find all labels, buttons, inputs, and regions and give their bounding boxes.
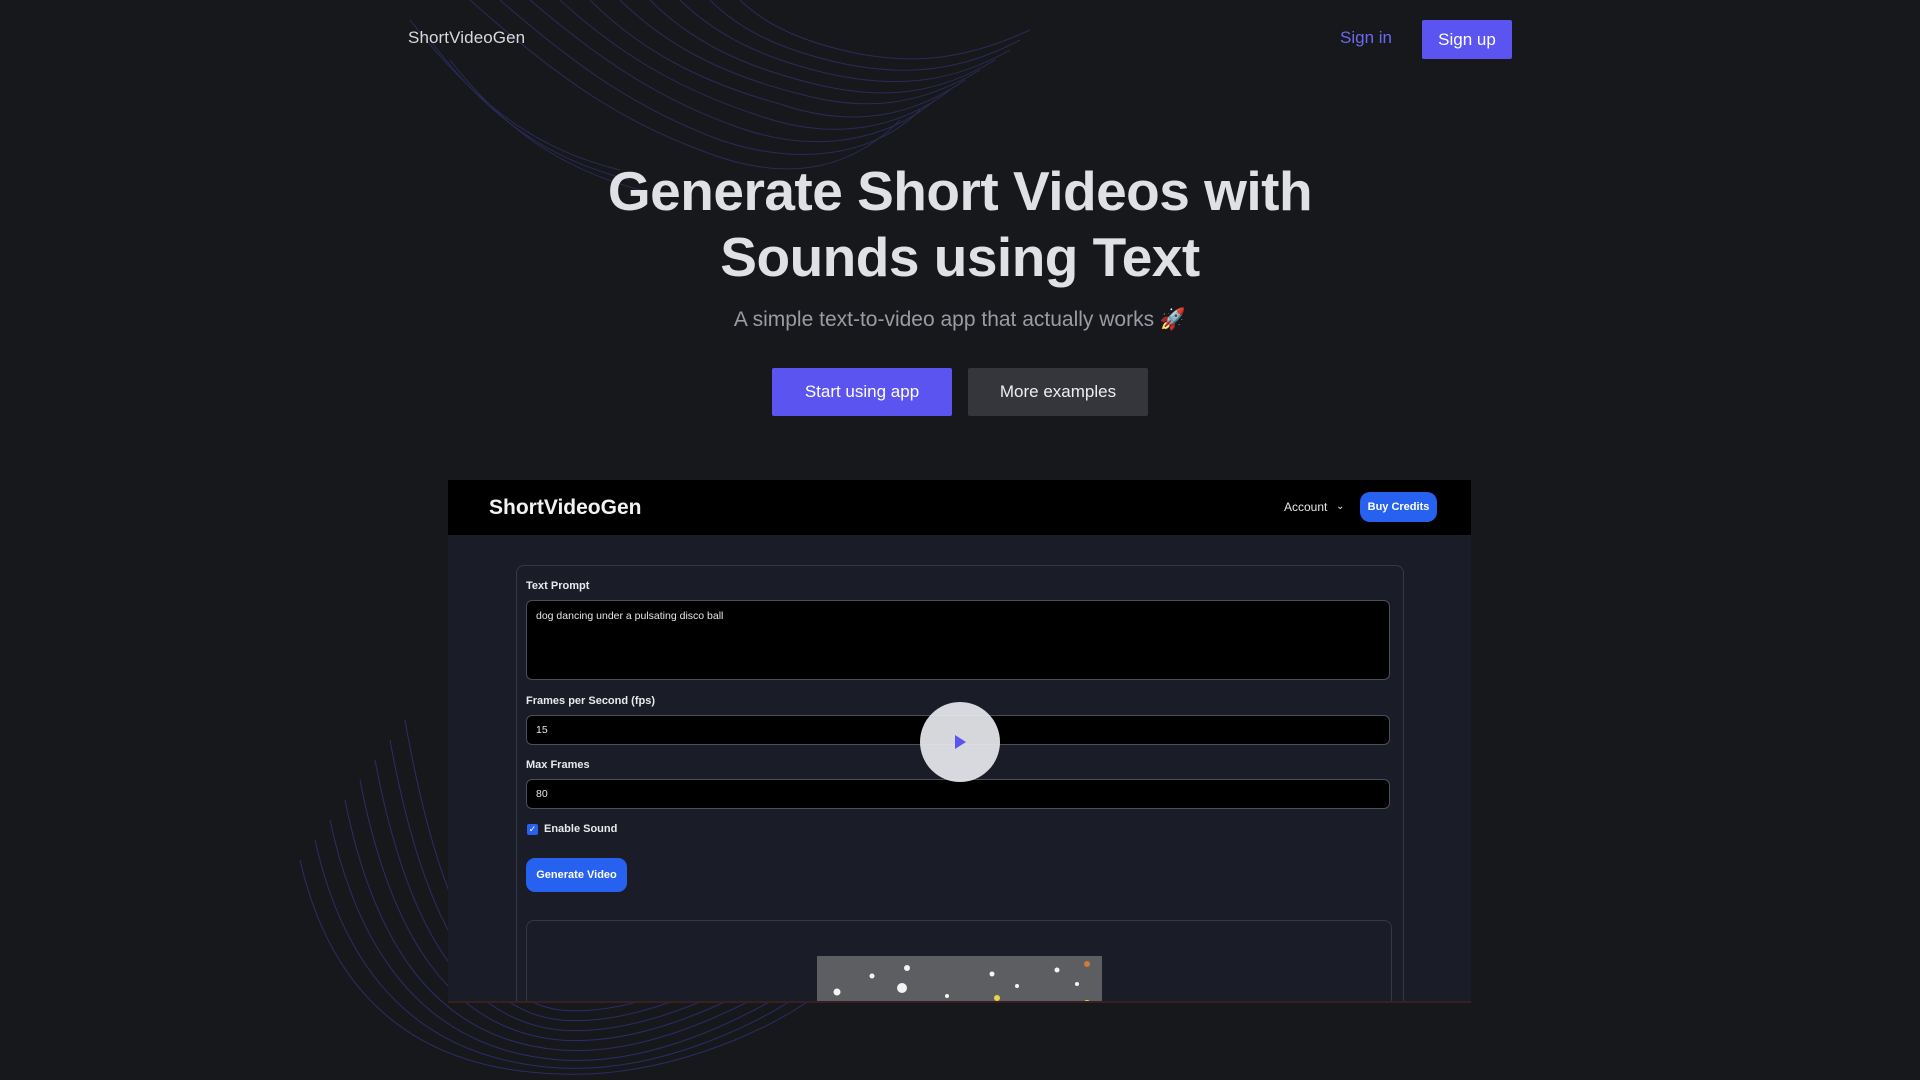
more-examples-button[interactable]: More examples <box>968 368 1148 416</box>
chevron-down-icon: ⌄ <box>1336 501 1345 512</box>
preview-account-menu: Account <box>1284 500 1328 514</box>
preview-text-prompt-field: dog dancing under a pulsating disco ball <box>526 600 1390 680</box>
hero-title: Generate Short Videos with Sounds using … <box>560 158 1360 290</box>
check-icon: ✓ <box>527 824 538 835</box>
preview-max-frames-field: 80 <box>526 779 1390 809</box>
preview-enable-sound-label: Enable Sound <box>544 823 618 835</box>
preview-video-thumbnail <box>817 956 1102 1001</box>
play-video-button[interactable] <box>920 702 1000 782</box>
preview-navbar: ShortVideoGen Account ⌄ Buy Credits <box>448 480 1471 535</box>
hero-subtitle: A simple text-to-video app that actually… <box>733 308 1187 331</box>
preview-generate-video-button: Generate Video <box>526 858 627 892</box>
play-icon <box>955 735 966 749</box>
preview-text-prompt-label: Text Prompt <box>526 580 590 592</box>
sign-in-link[interactable]: Sign in <box>1340 28 1392 48</box>
start-using-app-button[interactable]: Start using app <box>772 368 952 416</box>
preview-brand: ShortVideoGen <box>489 496 642 519</box>
brand-logo[interactable]: ShortVideoGen <box>408 28 525 48</box>
sign-up-button[interactable]: Sign up <box>1422 20 1512 59</box>
landing-page: ShortVideoGen Sign in Sign up Generate S… <box>0 0 1920 1080</box>
hero-title-line-1: Generate Short Videos with <box>607 160 1313 222</box>
preview-max-frames-label: Max Frames <box>526 759 590 771</box>
hero-title-line-2: Sounds using Text <box>720 226 1200 288</box>
preview-buy-credits-button: Buy Credits <box>1360 492 1437 522</box>
preview-fps-label: Frames per Second (fps) <box>526 695 655 707</box>
